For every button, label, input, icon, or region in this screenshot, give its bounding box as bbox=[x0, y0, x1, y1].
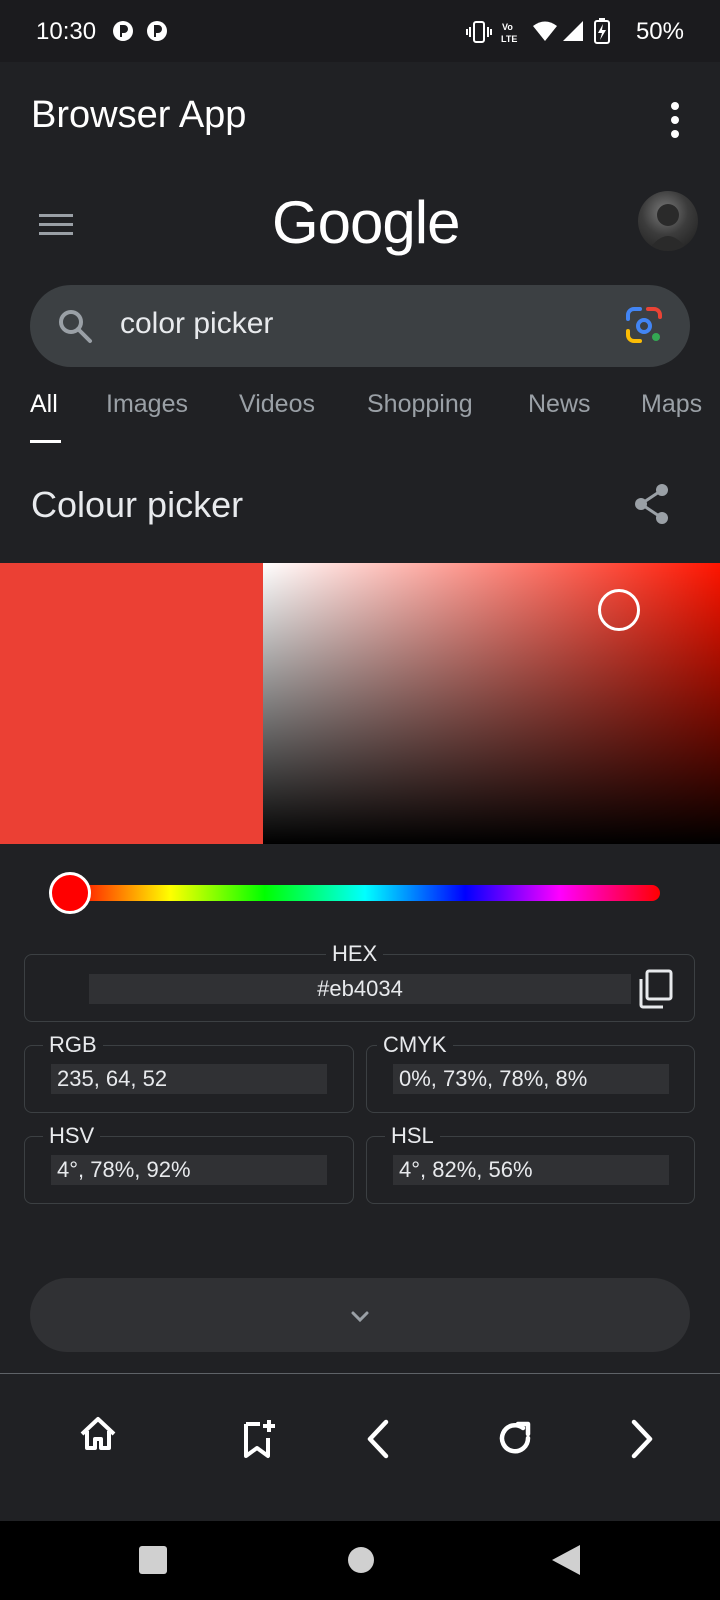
rgb-input[interactable]: 235, 64, 52 bbox=[51, 1064, 327, 1094]
google-logo[interactable]: Google bbox=[272, 188, 460, 257]
back-icon[interactable] bbox=[362, 1418, 392, 1460]
rgb-label: RGB bbox=[43, 1032, 103, 1058]
bookmark-add-icon[interactable] bbox=[242, 1418, 278, 1460]
app-notification-icon bbox=[147, 21, 167, 41]
hsv-input[interactable]: 4°, 78%, 92% bbox=[51, 1155, 327, 1185]
hex-label: HEX bbox=[326, 941, 384, 967]
expand-button[interactable] bbox=[30, 1278, 690, 1352]
saturation-value-area[interactable] bbox=[263, 563, 720, 844]
more-vert-icon[interactable] bbox=[660, 96, 690, 144]
volte-icon: Vo LTE bbox=[501, 22, 517, 44]
battery-charging-icon bbox=[594, 18, 610, 44]
refresh-icon[interactable] bbox=[496, 1418, 536, 1458]
card-title: Colour picker bbox=[31, 484, 244, 525]
hsv-field: HSV 4°, 78%, 92% bbox=[24, 1123, 354, 1204]
saturation-value-handle[interactable] bbox=[598, 589, 640, 631]
tab-videos[interactable]: Videos bbox=[239, 390, 315, 419]
app-title: Browser App bbox=[31, 94, 247, 136]
app-notification-icon bbox=[113, 21, 133, 41]
app-bar: Browser App bbox=[0, 62, 720, 166]
tab-shopping[interactable]: Shopping bbox=[367, 390, 473, 419]
share-icon[interactable] bbox=[632, 482, 672, 526]
hex-field: HEX #eb4034 bbox=[24, 941, 695, 1022]
colour-picker-card: Colour picker HEX #eb4034 RGB 235, 64, 5… bbox=[0, 460, 720, 1365]
search-icon bbox=[59, 310, 92, 343]
hsl-input[interactable]: 4°, 82%, 56% bbox=[393, 1155, 669, 1185]
cmyk-label: CMYK bbox=[377, 1032, 453, 1058]
hsl-field: HSL 4°, 82%, 56% bbox=[366, 1123, 695, 1204]
hue-slider-handle[interactable] bbox=[49, 872, 91, 914]
recents-icon[interactable] bbox=[138, 1545, 168, 1575]
cmyk-input[interactable]: 0%, 73%, 78%, 8% bbox=[393, 1064, 669, 1094]
battery-percentage: 50% bbox=[635, 18, 684, 45]
hue-slider-track[interactable] bbox=[70, 885, 660, 901]
tab-maps[interactable]: Maps bbox=[641, 390, 702, 419]
search-input[interactable]: color picker bbox=[30, 285, 690, 367]
back-nav-icon[interactable] bbox=[550, 1543, 582, 1577]
forward-icon[interactable] bbox=[628, 1418, 658, 1460]
hsl-label: HSL bbox=[385, 1123, 440, 1149]
active-tab-indicator bbox=[30, 440, 61, 443]
tab-news[interactable]: News bbox=[528, 390, 591, 419]
rgb-field: RGB 235, 64, 52 bbox=[24, 1032, 354, 1113]
wifi-icon bbox=[533, 21, 557, 41]
home-nav-icon[interactable] bbox=[346, 1545, 376, 1575]
vibrate-icon bbox=[466, 21, 492, 43]
svg-text:Vo: Vo bbox=[502, 22, 513, 32]
copy-icon[interactable] bbox=[637, 969, 675, 1009]
google-header: Google color picker All Images Videos Sh… bbox=[0, 166, 720, 446]
google-lens-icon[interactable] bbox=[624, 305, 664, 345]
hamburger-menu-icon[interactable] bbox=[36, 206, 76, 242]
avatar[interactable] bbox=[638, 191, 698, 251]
selected-color-swatch bbox=[0, 563, 263, 844]
chevron-down-icon bbox=[351, 1311, 369, 1323]
search-query: color picker bbox=[120, 307, 274, 340]
hex-input[interactable]: #eb4034 bbox=[89, 974, 631, 1004]
status-bar: 10:30 Vo LTE 50% bbox=[0, 0, 720, 62]
status-time: 10:30 bbox=[36, 18, 97, 45]
home-icon[interactable] bbox=[78, 1414, 118, 1454]
system-navigation-bar bbox=[0, 1521, 720, 1600]
tab-all[interactable]: All bbox=[30, 390, 58, 419]
browser-toolbar bbox=[0, 1373, 720, 1521]
cmyk-field: CMYK 0%, 73%, 78%, 8% bbox=[366, 1032, 695, 1113]
profile-photo bbox=[648, 204, 688, 251]
search-tabs: All Images Videos Shopping News Maps bbox=[0, 390, 720, 446]
hsv-label: HSV bbox=[43, 1123, 101, 1149]
svg-text:LTE: LTE bbox=[501, 34, 517, 44]
tab-images[interactable]: Images bbox=[106, 390, 188, 419]
signal-icon bbox=[563, 21, 583, 41]
